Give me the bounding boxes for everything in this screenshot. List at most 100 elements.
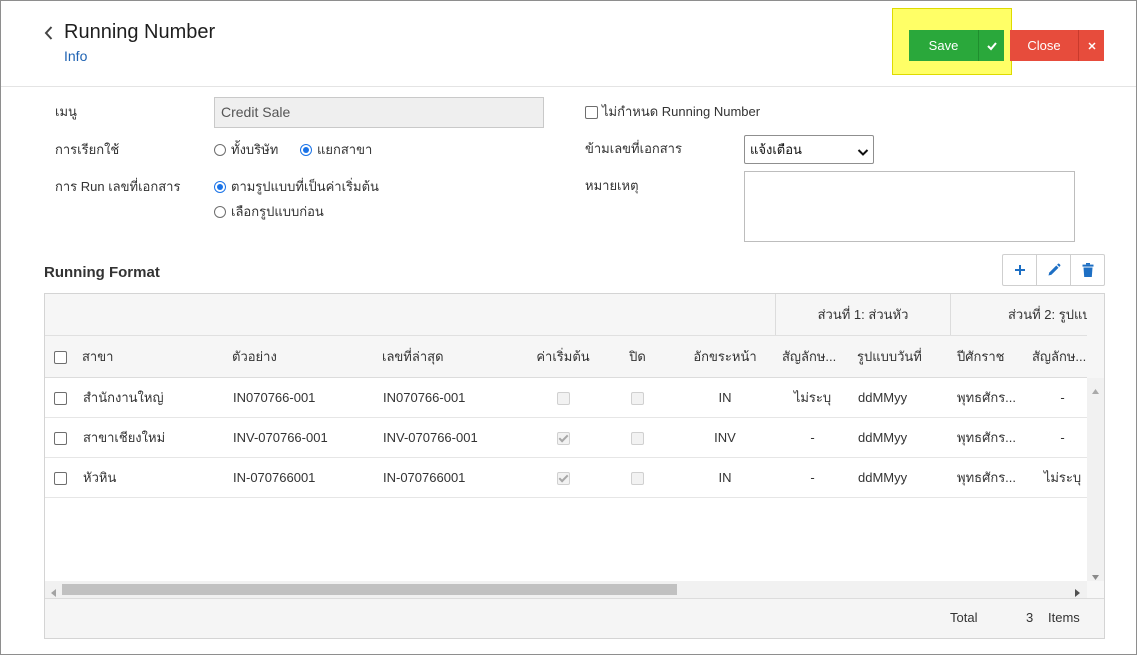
vertical-scrollbar[interactable] — [1087, 378, 1104, 581]
delete-button[interactable] — [1070, 255, 1104, 285]
cell-date-format: ddMMyy — [858, 430, 908, 445]
closed-checkbox — [631, 432, 644, 446]
column-header-branch[interactable]: สาขา — [76, 336, 226, 377]
column-header-example[interactable]: ตัวอย่าง — [226, 336, 376, 377]
row-select-checkbox[interactable] — [54, 432, 67, 446]
group-header-row: ส่วนที่ 1: ส่วนหัว ส่วนที่ 2: รูปแบ — [45, 294, 1087, 336]
close-button[interactable]: Close — [1010, 30, 1078, 61]
menu-field: Credit Sale — [214, 97, 544, 128]
cell-symbol-2: - — [1060, 430, 1065, 445]
cell-closed — [600, 378, 675, 417]
default-checkbox — [556, 432, 570, 446]
scroll-up-arrow-icon[interactable] — [1092, 382, 1099, 397]
skip-doc-label: ข้ามเลขที่เอกสาร — [585, 141, 682, 156]
column-header-prefix[interactable]: อักขระหน้า — [675, 336, 775, 377]
run-mode-label: การ Run เลขที่เอกสาร — [55, 179, 181, 194]
run-choose-radio[interactable] — [214, 206, 226, 218]
cell-last-number: IN070766-001 — [383, 390, 466, 405]
back-chevron-icon[interactable] — [43, 25, 55, 41]
column-header-default[interactable]: ค่าเริ่มต้น — [526, 336, 600, 377]
running-format-title: Running Format — [44, 264, 160, 281]
cell-branch: สำนักงานใหญ่ — [83, 390, 164, 405]
grid-body: สำนักงานใหญ่ IN070766-001 IN070766-001 I… — [45, 378, 1087, 581]
header-scroll-gutter — [1087, 294, 1104, 378]
row-select-checkbox[interactable] — [54, 472, 67, 486]
cell-default — [526, 378, 600, 417]
plus-icon — [1014, 264, 1026, 276]
remark-textarea[interactable] — [744, 171, 1075, 242]
select-all-cell — [45, 336, 76, 377]
cell-last-number: IN-070766001 — [383, 470, 466, 485]
cell-example: IN-070766001 — [233, 470, 316, 485]
column-header-closed[interactable]: ปิด — [600, 336, 675, 377]
row-select-checkbox[interactable] — [54, 392, 67, 406]
horizontal-scroll-thumb[interactable] — [62, 584, 677, 595]
header-divider — [1, 86, 1136, 87]
no-running-checkbox[interactable] — [585, 106, 598, 119]
save-options-button[interactable] — [978, 30, 1004, 61]
row-select-cell — [45, 378, 76, 417]
usage-branch-radio[interactable] — [300, 144, 312, 156]
closed-checkbox — [631, 392, 644, 406]
group-header-part-1: ส่วนที่ 1: ส่วนหัว — [775, 294, 950, 335]
grid-footer: Total 3 Items — [45, 598, 1104, 638]
total-count: 3 — [1026, 610, 1034, 625]
cell-era: พุทธศักร... — [957, 470, 1017, 485]
run-default-label[interactable]: ตามรูปแบบที่เป็นค่าเริ่มต้น — [231, 179, 379, 195]
usage-company-label[interactable]: ทั้งบริษัท — [231, 142, 278, 158]
trash-icon — [1082, 263, 1094, 277]
table-row[interactable]: สาขาเชียงใหม่ INV-070766-001 INV-070766-… — [45, 418, 1087, 458]
row-select-cell — [45, 418, 76, 457]
usage-branch-label[interactable]: แยกสาขา — [317, 142, 372, 158]
cell-last-number: INV-070766-001 — [383, 430, 478, 445]
cell-prefix: IN — [718, 390, 732, 405]
cell-symbol-2: - — [1060, 390, 1065, 405]
cell-default — [526, 458, 600, 497]
cell-default — [526, 418, 600, 457]
column-header-row: สาขา ตัวอย่าง เลขที่ล่าสุด ค่าเริ่มต้น ป… — [45, 336, 1087, 378]
no-running-label[interactable]: ไม่กำหนด Running Number — [602, 104, 760, 120]
horizontal-scrollbar[interactable] — [45, 581, 1087, 598]
cell-closed — [600, 458, 675, 497]
check-icon — [979, 30, 1004, 61]
column-header-era[interactable]: ปีศักราช — [950, 336, 1025, 377]
default-checkbox — [556, 392, 570, 406]
select-all-checkbox[interactable] — [54, 351, 67, 365]
closed-checkbox — [631, 472, 644, 486]
cell-date-format: ddMMyy — [858, 390, 908, 405]
chevron-down-icon — [857, 145, 869, 156]
cell-symbol-2: ไม่ระบุ — [1043, 470, 1082, 485]
save-button[interactable]: Save — [909, 30, 978, 61]
cell-symbol-1: ไม่ระบุ — [793, 390, 832, 405]
column-header-symbol-1[interactable]: สัญลักษ... — [775, 336, 850, 377]
cell-prefix: INV — [714, 430, 736, 445]
cell-example: IN070766-001 — [233, 390, 316, 405]
cell-branch: หัวหิน — [83, 470, 117, 485]
cell-example: INV-070766-001 — [233, 430, 328, 445]
remark-label: หมายเหตุ — [585, 178, 639, 193]
column-header-last-number[interactable]: เลขที่ล่าสุด — [376, 336, 526, 377]
edit-button[interactable] — [1036, 255, 1070, 285]
info-link[interactable]: Info — [64, 47, 87, 65]
total-label: Total — [950, 610, 978, 625]
close-x-button[interactable] — [1078, 30, 1104, 61]
run-choose-label[interactable]: เลือกรูปแบบก่อน — [231, 204, 324, 220]
group-header-part-2: ส่วนที่ 2: รูปแบ — [950, 294, 1087, 335]
run-default-radio[interactable] — [214, 181, 226, 193]
cell-era: พุทธศักร... — [957, 430, 1017, 445]
group-header-blank — [45, 294, 775, 335]
column-header-date-format[interactable]: รูปแบบวันที่ — [850, 336, 950, 377]
cell-date-format: ddMMyy — [858, 470, 908, 485]
cell-symbol-1: - — [810, 430, 815, 445]
table-row[interactable]: หัวหิน IN-070766001 IN-070766001 IN - dd… — [45, 458, 1087, 498]
add-button[interactable] — [1003, 255, 1036, 285]
skip-doc-value: แจ้งเตือน — [750, 142, 802, 157]
grid-toolbar — [1002, 254, 1105, 286]
skip-doc-select[interactable]: แจ้งเตือน — [744, 135, 874, 164]
cell-prefix: IN — [718, 470, 732, 485]
usage-company-radio[interactable] — [214, 144, 226, 156]
pencil-icon — [1047, 263, 1061, 277]
table-row[interactable]: สำนักงานใหญ่ IN070766-001 IN070766-001 I… — [45, 378, 1087, 418]
row-select-cell — [45, 458, 76, 497]
column-header-symbol-2[interactable]: สัญลักษ... — [1025, 336, 1087, 377]
